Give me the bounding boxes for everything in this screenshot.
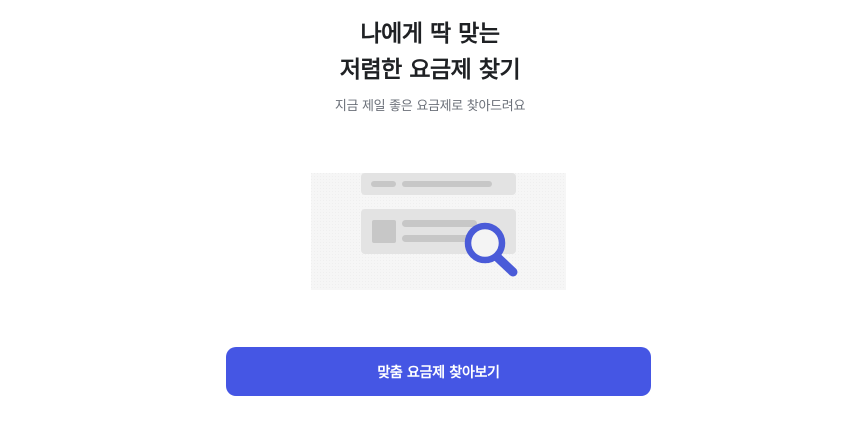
page-title: 나에게 딱 맞는 저렴한 요금제 찾기 (0, 16, 860, 88)
search-plans-illustration (311, 173, 566, 290)
find-plan-button[interactable]: 맞춤 요금제 찾아보기 (226, 347, 651, 396)
list-card-top (361, 173, 516, 195)
title-line-1: 나에게 딱 맞는 (360, 21, 500, 47)
title-line-2: 저렴한 요금제 찾기 (339, 57, 521, 83)
page-subtitle: 지금 제일 좋은 요금제로 찾아드려요 (334, 99, 526, 114)
plan-finder-page: 나에게 딱 맞는 저렴한 요금제 찾기 지금 제일 좋은 요금제로 찾아드려요 (0, 0, 860, 429)
